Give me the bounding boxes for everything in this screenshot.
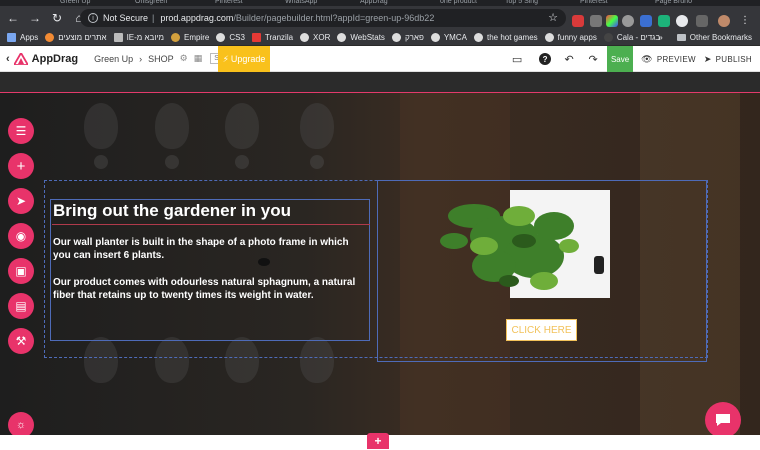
not-secure-label: Not Secure <box>103 13 149 23</box>
extension-icon[interactable] <box>590 15 602 27</box>
forward-icon[interactable]: → <box>26 9 44 27</box>
background-plant <box>310 155 324 169</box>
eye-icon: 👁 <box>641 53 653 64</box>
bookmark-item[interactable]: funny apps <box>544 33 597 42</box>
gear-icon[interactable]: ⚙ <box>180 53 188 64</box>
browser-toolbar: ← → ↻ ⌂ i Not Secure | prod.appdrag.com/… <box>0 6 760 30</box>
background-plant <box>300 103 334 149</box>
undo-icon[interactable]: ↶ <box>557 46 581 72</box>
reload-icon[interactable]: ↻ <box>48 9 66 27</box>
background-plant <box>155 103 189 149</box>
background-plant <box>94 155 108 169</box>
add-section-button[interactable]: + <box>367 433 389 449</box>
bookmark-item[interactable]: Empire <box>170 33 209 42</box>
background-plant <box>235 155 249 169</box>
logo-text: AppDrag <box>31 52 79 65</box>
toggle-icon[interactable]: ▣ <box>8 258 34 284</box>
url-text: prod.appdrag.com/Builder/pagebuilder.htm… <box>160 13 435 23</box>
save-button[interactable]: Save <box>607 46 634 72</box>
bookmark-item[interactable]: IE-מיובא מ <box>113 33 164 42</box>
appdrag-logo-icon <box>13 52 28 65</box>
background-plant <box>84 103 118 149</box>
product-plant-image[interactable] <box>424 186 614 300</box>
send-icon: ➤ <box>703 53 712 64</box>
background-plant <box>165 155 179 169</box>
upgrade-button[interactable]: ⚡ Upgrade <box>218 46 270 72</box>
extension-icon[interactable] <box>572 15 584 27</box>
bookmark-item[interactable]: אתרים מוצעים <box>45 33 107 42</box>
chevron-left-icon[interactable]: ‹ <box>6 53 10 65</box>
other-bookmarks[interactable]: Other Bookmarks <box>690 33 752 42</box>
archive-icon[interactable]: ▤ <box>8 293 34 319</box>
bookmark-item[interactable]: Cala - בגדים <box>603 33 660 42</box>
left-toolbar: ☰ + ➤ ◉ ▣ ▤ ⚒ <box>8 118 34 363</box>
bookmark-item[interactable]: WebStats <box>337 33 385 42</box>
bookmark-star-icon[interactable]: ☆ <box>548 11 558 24</box>
desktop-view-icon[interactable]: ▭ <box>505 46 529 72</box>
chevron-right-icon: › <box>139 53 143 64</box>
avatar[interactable] <box>718 15 730 27</box>
extension-icon[interactable] <box>606 15 618 27</box>
extension-icon[interactable] <box>676 15 688 27</box>
chat-icon[interactable] <box>705 402 741 438</box>
grid-icon[interactable]: ▦ <box>194 53 203 64</box>
bookmarks-overflow-icon[interactable]: » <box>658 33 662 42</box>
rocket-icon[interactable]: ➤ <box>8 188 34 214</box>
bookmark-item[interactable]: YMCA <box>430 33 467 42</box>
builder-toolbar: ‹ AppDrag Green Up › SHOP ⚙ ▦ SEO ⚡ Upgr… <box>0 46 760 72</box>
add-icon[interactable]: + <box>8 153 34 179</box>
info-icon[interactable]: i <box>88 13 98 23</box>
wrench-icon[interactable]: ⚒ <box>8 328 34 354</box>
preview-button[interactable]: 👁 PREVIEW <box>641 54 696 65</box>
heading-underline <box>52 224 370 225</box>
redo-icon[interactable]: ↷ <box>581 46 605 72</box>
extension-icon[interactable] <box>658 15 670 27</box>
bookmarks-bar: Apps אתרים מוצעים IE-מיובא מ Empire CS3 … <box>0 30 760 46</box>
help-icon[interactable]: ? <box>533 46 557 72</box>
folder-icon <box>676 34 686 41</box>
extension-icon[interactable] <box>622 15 634 27</box>
breadcrumb-app[interactable]: Green Up <box>94 54 133 64</box>
menu-icon[interactable]: ⋮ <box>740 15 752 27</box>
editor-canvas[interactable]: Bring out the gardener in you Our wall p… <box>0 72 760 450</box>
hero-paragraph-1[interactable]: Our wall planter is built in the shape o… <box>53 236 367 262</box>
extension-icon[interactable] <box>696 15 708 27</box>
back-icon[interactable]: ← <box>4 9 22 27</box>
lightning-icon: ⚡ <box>222 53 229 64</box>
bookmark-item[interactable]: CS3 <box>216 33 245 42</box>
publish-button[interactable]: ➤ PUBLISH <box>704 54 752 65</box>
bookmark-item[interactable]: Tranzila <box>251 33 293 42</box>
extension-icon[interactable] <box>640 15 652 27</box>
sections-icon[interactable]: ☰ <box>8 118 34 144</box>
logo[interactable]: ‹ AppDrag <box>6 52 79 65</box>
address-bar[interactable]: i Not Secure | prod.appdrag.com/Builder/… <box>80 9 566 27</box>
bookmark-item[interactable]: the hot games <box>473 33 538 42</box>
breadcrumb-page[interactable]: SHOP <box>148 54 174 64</box>
carousel-dot-icon[interactable] <box>258 258 270 266</box>
bookmark-item[interactable]: פארק <box>391 33 424 42</box>
hero-paragraph-2[interactable]: Our product comes with odourless natural… <box>53 276 367 302</box>
hero-heading[interactable]: Bring out the gardener in you <box>53 201 369 221</box>
globe-icon[interactable]: ◉ <box>8 223 34 249</box>
click-here-button[interactable]: CLICK HERE <box>506 319 577 341</box>
background-plant <box>225 103 259 149</box>
bookmark-item[interactable]: XOR <box>300 33 330 42</box>
bookmark-apps[interactable]: Apps <box>7 33 38 42</box>
